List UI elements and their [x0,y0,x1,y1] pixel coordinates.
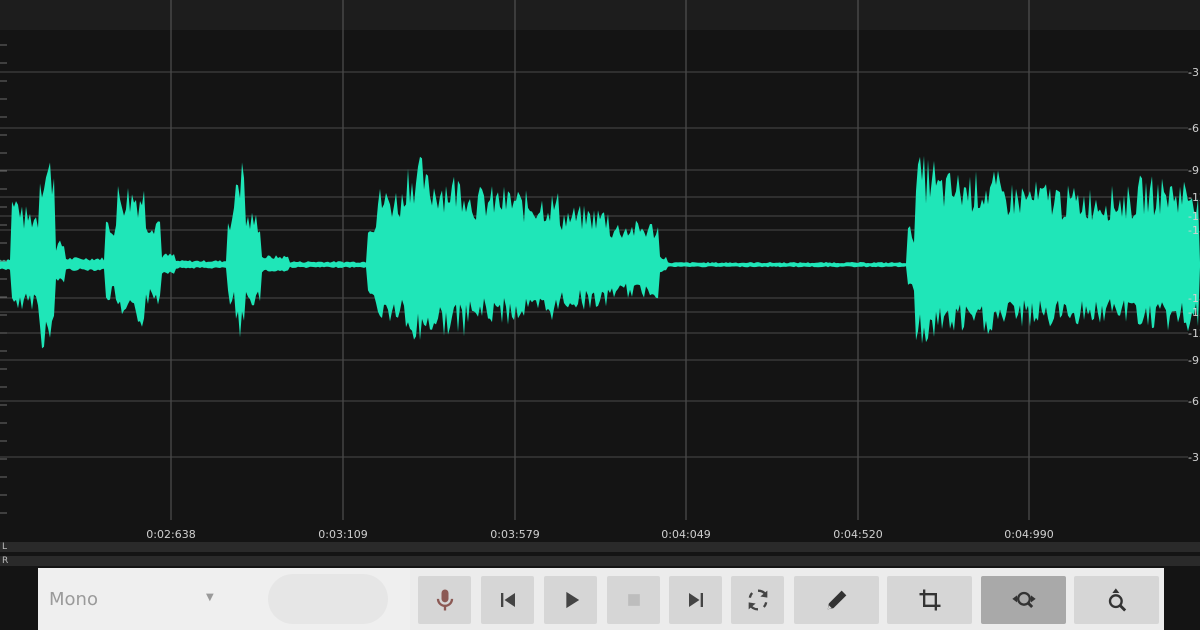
zoom-vertical-icon [1108,588,1126,612]
db-scale-label: -15 [1188,306,1200,319]
channel-strip: L R [0,540,1200,568]
play-icon [565,591,579,609]
channel-right-label: R [2,556,9,566]
skip-back-icon [500,593,515,607]
channel-mode-value: Mono [49,589,98,610]
microphone-icon [436,589,453,611]
loop-button[interactable] [731,576,784,624]
db-scale-label: -12 [1188,327,1200,340]
zoom-horizontal-icon [1011,591,1036,609]
loop-icon [748,589,767,611]
record-button[interactable] [418,576,471,624]
db-scale-label: -3 [1188,66,1199,79]
db-scale-label: -18 [1188,224,1200,237]
skip-forward-icon [688,593,703,607]
skip-to-end-button[interactable] [669,576,722,624]
waveform-view[interactable]: 0:02:638 0:03:109 0:03:579 0:04:049 0:04:520… [0,0,1200,545]
db-scale-label: -6 [1188,122,1199,135]
transport-toolbar: Mono ▼ [38,568,1164,630]
channel-left-row[interactable]: L [0,542,1200,552]
waveform-canvas[interactable]: 0:02:638 0:03:109 0:03:579 0:04:049 0:04:520… [0,0,1200,545]
pencil-icon [827,590,846,610]
play-button[interactable] [544,576,597,624]
db-scale-label: -3 [1188,451,1199,464]
chevron-down-icon: ▼ [206,592,214,603]
stop-button[interactable] [607,576,660,624]
trim-button[interactable] [887,576,972,624]
db-scale-label: -12 [1188,191,1200,204]
stop-icon [627,594,640,606]
crop-icon [919,589,940,611]
skip-to-start-button[interactable] [481,576,534,624]
db-scale-label: -6 [1188,395,1199,408]
db-scale-label: -15 [1188,210,1200,223]
channel-left-label: L [2,542,8,552]
channel-mode-select[interactable]: Mono ▼ [38,568,410,630]
db-scale-label: -9 [1188,164,1199,177]
db-scale-label: -9 [1188,354,1199,367]
channel-right-row[interactable]: R [0,556,1200,566]
zoom-horizontal-button[interactable] [981,576,1066,624]
blurred-area [268,574,388,624]
zoom-vertical-button[interactable] [1074,576,1159,624]
edit-button[interactable] [794,576,879,624]
waveform-shape [0,155,1200,349]
db-scale-label: -18 [1188,292,1200,305]
